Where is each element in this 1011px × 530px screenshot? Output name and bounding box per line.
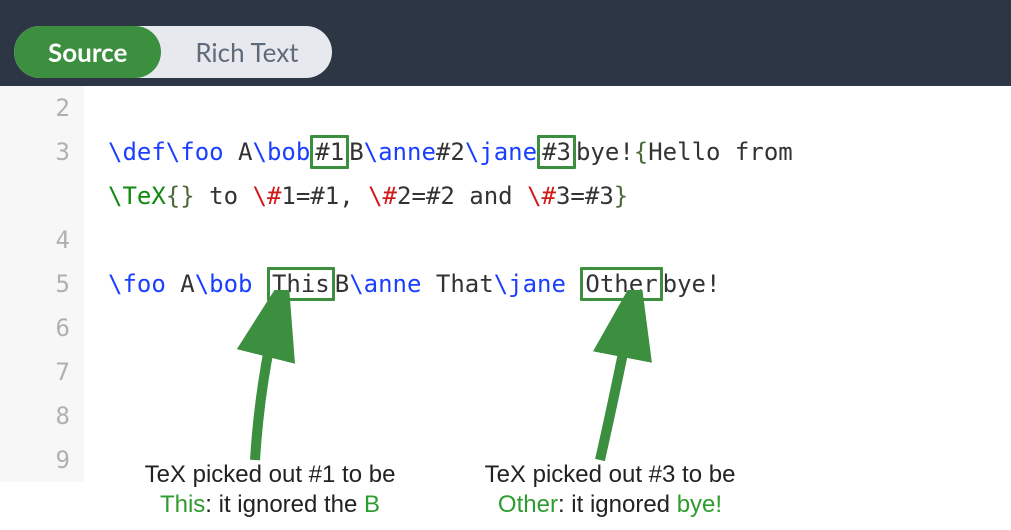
- code-area[interactable]: \def\foo A\bob#1B\anne#2\jane#3bye!{Hell…: [84, 86, 1011, 482]
- code-line: [108, 218, 1011, 262]
- code-line: [108, 350, 1011, 394]
- annotation-right: TeX picked out #3 to be Other: it ignore…: [460, 460, 760, 520]
- line-number: [0, 174, 70, 218]
- line-number: 4: [0, 218, 70, 262]
- line-gutter: 2 3 4 5 6 7 8 9: [0, 86, 84, 482]
- tab-rich-text[interactable]: Rich Text: [161, 26, 332, 78]
- line-number: 2: [0, 86, 70, 130]
- highlight-box: This: [267, 267, 335, 301]
- code-line: [108, 86, 1011, 130]
- highlight-box: #1: [310, 135, 349, 169]
- line-number: 7: [0, 350, 70, 394]
- top-bar: Source Rich Text: [0, 0, 1011, 86]
- line-number: 6: [0, 306, 70, 350]
- line-number: 5: [0, 262, 70, 306]
- code-line: \def\foo A\bob#1B\anne#2\jane#3bye!{Hell…: [108, 130, 1011, 174]
- annotation-left: TeX picked out #1 to be This: it ignored…: [120, 460, 420, 520]
- tab-source[interactable]: Source: [14, 26, 161, 78]
- code-line: [108, 306, 1011, 350]
- code-line: [108, 394, 1011, 438]
- tab-switcher: Source Rich Text: [14, 26, 332, 78]
- line-number: 9: [0, 438, 70, 482]
- highlight-box: #3: [537, 135, 576, 169]
- code-editor[interactable]: 2 3 4 5 6 7 8 9 \def\foo A\bob#1B\anne#2…: [0, 86, 1011, 482]
- code-line: \TeX{} to \#1=#1, \#2=#2 and \#3=#3}: [108, 174, 1011, 218]
- line-number: 8: [0, 394, 70, 438]
- line-number: 3: [0, 130, 70, 174]
- code-line: \foo A\bob ThisB\anne That\jane Otherbye…: [108, 262, 1011, 306]
- highlight-box: Other: [580, 267, 662, 301]
